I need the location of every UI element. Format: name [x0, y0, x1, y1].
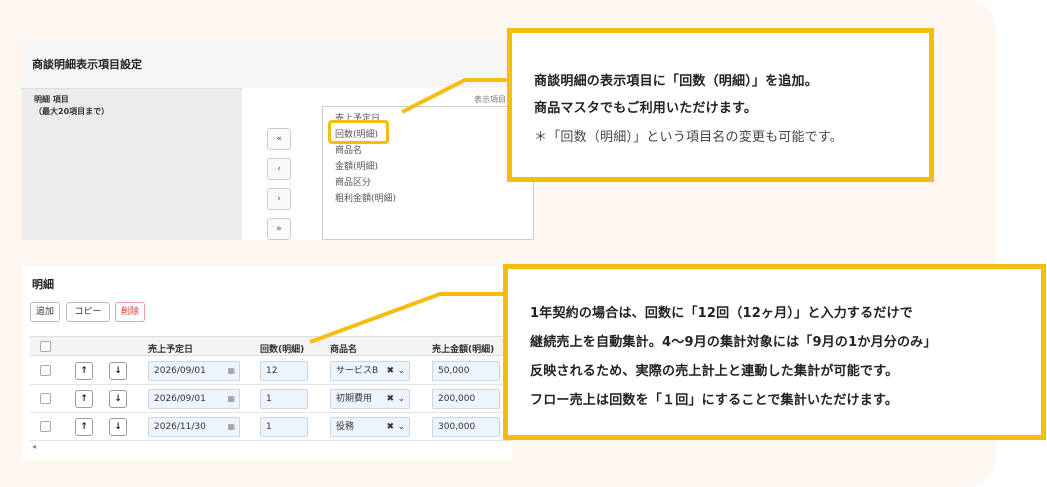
- calendar-icon[interactable]: ▦: [227, 390, 235, 408]
- product-value: サービスB: [336, 366, 379, 376]
- list-item[interactable]: 商品区分: [335, 175, 371, 188]
- date-input[interactable]: 2026/11/30 ▦: [148, 417, 240, 437]
- count-input[interactable]: 1: [260, 417, 308, 437]
- row-checkbox[interactable]: [40, 421, 51, 432]
- count-input[interactable]: 1: [260, 389, 308, 409]
- callout-text: 商品マスタでもご利用いただけます。: [534, 101, 758, 116]
- move-up-button[interactable]: ‹: [267, 158, 291, 180]
- amount-input[interactable]: 200,000: [432, 389, 500, 409]
- amount-input[interactable]: 300,000: [432, 417, 500, 437]
- move-top-button[interactable]: «: [267, 128, 291, 150]
- scroll-left-arrow[interactable]: ◂: [32, 442, 36, 451]
- line-items-panel: 明細 追加 コピー 削除 売上予定日 回数(明細) 商品名 売上金額(明細) ↑…: [22, 266, 512, 460]
- highlight-box: [328, 120, 389, 144]
- row-checkbox[interactable]: [40, 393, 51, 404]
- add-button[interactable]: 追加: [30, 302, 60, 322]
- row-up-button[interactable]: ↑: [75, 362, 93, 380]
- product-value: 初期費用: [336, 394, 373, 404]
- select-all-checkbox[interactable]: [40, 341, 51, 352]
- move-bottom-button[interactable]: »: [267, 218, 291, 240]
- product-select[interactable]: 初期費用 ✖ ⌄: [330, 389, 410, 409]
- callout-display-item: 商談明細の表示項目に「回数（明細）」を追加。 商品マスタでもご利用いただけます。…: [507, 28, 934, 182]
- callout-text: 1年契約の場合は、回数に「12回（12ヶ月）」と入力するだけで: [530, 306, 913, 321]
- display-items-caption: 表示項目: [474, 95, 506, 104]
- callout-text: 反映されるため、実際の売上計上と連動した集計が可能です。: [530, 364, 899, 379]
- column-header: 売上金額(明細): [432, 345, 495, 355]
- table-row: ↑ ↓ 2026/11/30 ▦ 1 役務 ✖ ⌄ 300,000: [30, 413, 512, 441]
- date-value: 2026/09/01: [154, 394, 206, 404]
- product-value: 役務: [336, 422, 355, 432]
- clear-icon[interactable]: ✖: [386, 390, 394, 408]
- display-item-settings-panel: 商談明細表示項目設定 明細 項目 （最大20項目まで） 表示項目 « ‹ › »…: [22, 40, 534, 240]
- chevron-down-icon[interactable]: ⌄: [397, 362, 405, 380]
- date-input[interactable]: 2026/09/01 ▦: [148, 389, 240, 409]
- calendar-icon[interactable]: ▦: [227, 418, 235, 436]
- row-down-button[interactable]: ↓: [109, 418, 127, 436]
- clear-icon[interactable]: ✖: [386, 418, 394, 436]
- row-down-button[interactable]: ↓: [109, 390, 127, 408]
- calendar-icon[interactable]: ▦: [227, 362, 235, 380]
- delete-button[interactable]: 削除: [115, 302, 145, 322]
- item-label: 明細 項目: [34, 95, 69, 104]
- table-header: 売上予定日 回数(明細) 商品名 売上金額(明細): [30, 336, 512, 356]
- date-input[interactable]: 2026/09/01 ▦: [148, 361, 240, 381]
- date-value: 2026/09/01: [154, 366, 206, 376]
- callout-text: フロー売上は回数を「１回」にすることで集計いただけます。: [530, 393, 899, 408]
- row-up-button[interactable]: ↑: [75, 390, 93, 408]
- list-item[interactable]: 粗利金額(明細): [335, 191, 396, 204]
- callout-text: 商談明細の表示項目に「回数（明細）」を追加。: [534, 74, 818, 89]
- callout-note: ＊「回数（明細）」という項目名の変更も可能です。: [534, 130, 844, 145]
- row-down-button[interactable]: ↓: [109, 362, 127, 380]
- copy-button[interactable]: コピー: [66, 302, 110, 322]
- list-item[interactable]: 金額(明細): [335, 159, 378, 172]
- table-row: ↑ ↓ 2026/09/01 ▦ 1 初期費用 ✖ ⌄ 200,000: [30, 385, 512, 413]
- product-select[interactable]: サービスB ✖ ⌄: [330, 361, 410, 381]
- count-input[interactable]: 12: [260, 361, 308, 381]
- column-header: 商品名: [330, 345, 358, 355]
- panel-title: 商談明細表示項目設定: [32, 58, 142, 71]
- product-select[interactable]: 役務 ✖ ⌄: [330, 417, 410, 437]
- column-header: 売上予定日: [148, 345, 194, 355]
- date-value: 2026/11/30: [154, 422, 206, 432]
- row-checkbox[interactable]: [40, 365, 51, 376]
- callout-recurring-sales: 1年契約の場合は、回数に「12回（12ヶ月）」と入力するだけで 継続売上を自動集…: [503, 264, 1046, 440]
- callout-text: 継続売上を自動集計。4〜9月の集計対象には「9月の1か月分のみ」: [530, 335, 937, 350]
- move-down-button[interactable]: ›: [267, 188, 291, 210]
- panel-title: 明細: [32, 278, 54, 291]
- chevron-down-icon[interactable]: ⌄: [397, 390, 405, 408]
- clear-icon[interactable]: ✖: [386, 362, 394, 380]
- chevron-down-icon[interactable]: ⌄: [397, 418, 405, 436]
- column-header: 回数(明細): [260, 345, 305, 355]
- item-limit-label: （最大20項目まで）: [34, 107, 110, 116]
- table-row: ↑ ↓ 2026/09/01 ▦ 12 サービスB ✖ ⌄ 50,000: [30, 357, 512, 385]
- amount-input[interactable]: 50,000: [432, 361, 500, 381]
- row-up-button[interactable]: ↑: [75, 418, 93, 436]
- list-item[interactable]: 商品名: [335, 143, 362, 156]
